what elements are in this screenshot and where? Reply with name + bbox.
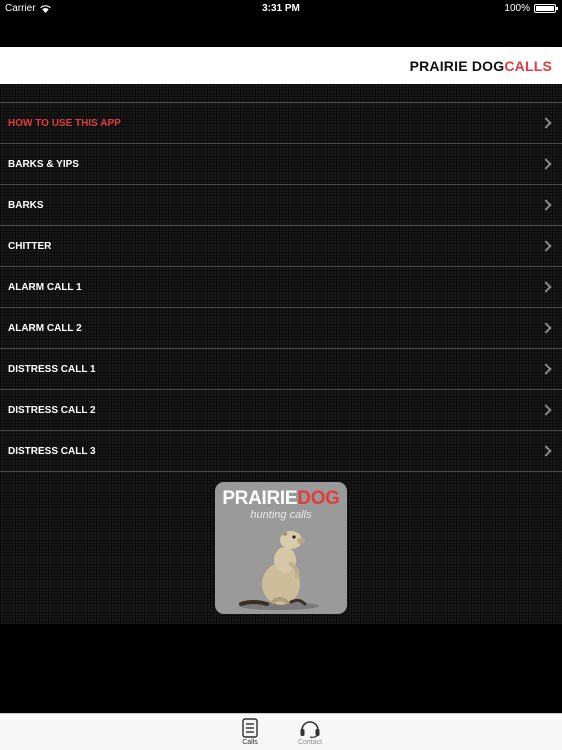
chevron-right-icon	[540, 158, 552, 170]
menu-item-label: CHITTER	[8, 240, 52, 252]
menu-item-label: HOW TO USE THIS APP	[8, 117, 121, 129]
list-icon	[242, 718, 258, 738]
chevron-right-icon	[540, 240, 552, 252]
calls-menu: HOW TO USE THIS APP BARKS & YIPS BARKS C…	[0, 102, 562, 472]
content-area: HOW TO USE THIS APP BARKS & YIPS BARKS C…	[0, 84, 562, 624]
logo-title: PRAIRIEDOG	[215, 488, 347, 510]
menu-item-label: DISTRESS CALL 2	[8, 404, 96, 416]
title-prairie-dog: PRAIRIE DOG	[409, 57, 505, 74]
chevron-right-icon	[540, 199, 552, 211]
menu-item-barks[interactable]: BARKS	[0, 185, 562, 226]
tab-contact-label: Contact	[297, 739, 323, 746]
chevron-right-icon	[540, 281, 552, 293]
battery-area: 100%	[504, 3, 558, 14]
menu-item-label: ALARM CALL 2	[8, 322, 82, 334]
bottom-spacer	[0, 624, 562, 713]
chevron-right-icon	[540, 404, 552, 416]
tab-contact[interactable]: Contact	[280, 717, 340, 746]
title-calls: CALLS	[504, 57, 552, 74]
menu-item-label: DISTRESS CALL 1	[8, 363, 96, 375]
chevron-right-icon	[540, 322, 552, 334]
menu-item-label: ALARM CALL 1	[8, 281, 82, 293]
menu-item-label: BARKS	[8, 199, 44, 211]
headset-icon	[300, 721, 320, 738]
menu-item-chitter[interactable]: CHITTER	[0, 226, 562, 267]
clock: 3:31 PM	[262, 3, 300, 14]
menu-item-distress-call-2[interactable]: DISTRESS CALL 2	[0, 390, 562, 431]
menu-item-how-to-use[interactable]: HOW TO USE THIS APP	[0, 103, 562, 144]
prairie-dog-icon	[239, 531, 319, 610]
battery-icon	[534, 4, 558, 13]
menu-item-label: BARKS & YIPS	[8, 158, 79, 170]
battery-percent: 100%	[504, 3, 530, 14]
menu-item-distress-call-3[interactable]: DISTRESS CALL 3	[0, 431, 562, 472]
menu-item-distress-call-1[interactable]: DISTRESS CALL 1	[0, 349, 562, 390]
status-bar: Carrier 3:31 PM 100%	[0, 0, 562, 18]
logo-title-prairie: PRAIRIE	[222, 488, 298, 509]
menu-item-alarm-call-1[interactable]: ALARM CALL 1	[0, 267, 562, 308]
tab-calls[interactable]: Calls	[220, 717, 280, 746]
app-logo: PRAIRIEDOG hunting calls	[215, 482, 347, 614]
chevron-right-icon	[540, 445, 552, 457]
menu-item-barks-yips[interactable]: BARKS & YIPS	[0, 144, 562, 185]
tab-calls-label: Calls	[242, 739, 258, 746]
tab-bar: Calls Contact	[0, 713, 562, 750]
nav-title-bar: PRAIRIE DOG CALLS	[0, 47, 562, 84]
chevron-right-icon	[540, 363, 552, 375]
chevron-right-icon	[540, 117, 552, 129]
menu-item-label: DISTRESS CALL 3	[8, 445, 96, 457]
logo-title-dog: DOG	[297, 488, 340, 509]
menu-item-alarm-call-2[interactable]: ALARM CALL 2	[0, 308, 562, 349]
